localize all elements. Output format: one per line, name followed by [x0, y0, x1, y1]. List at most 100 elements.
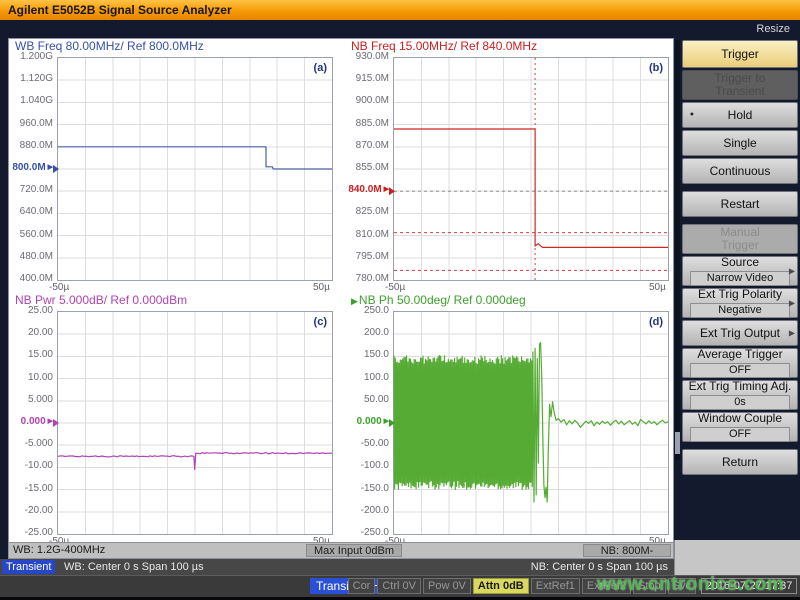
status-indicators: CorCtrl 0VPow 0VAttn 0dBExtRef1ExtRef2St… — [348, 578, 696, 594]
menu-item-label: Hold — [728, 109, 753, 122]
submenu-arrow-icon: ▶ — [789, 265, 795, 278]
menu-item-label: Return — [722, 456, 758, 469]
chart-b-ytick: 930.0M — [345, 52, 389, 62]
wb-sweep-label: WB: Center 0 s Span 100 µs — [64, 560, 204, 574]
menu-item-return[interactable]: Return — [682, 449, 798, 475]
chart-c-ytick: 10.00 — [9, 373, 53, 383]
chart-a: WB Freq 80.00MHz/ Ref 800.0MHz1.200G1.12… — [9, 39, 339, 291]
chart-a-ytick: 480.0M — [9, 252, 53, 262]
max-input-label: Max Input 0dBm — [306, 544, 402, 557]
menu-item-value: OFF — [690, 363, 790, 378]
menu-item-value: Negative — [690, 303, 790, 318]
menu-item-value: Narrow Video — [690, 271, 790, 286]
menu-item-label: Single — [723, 137, 756, 150]
menu-item-label: Manual Trigger — [720, 226, 759, 252]
menu-item-ext-trig-polarity[interactable]: Ext Trig Polarity Negative▶ — [682, 288, 798, 318]
chart-c-corner-label: (c) — [314, 316, 327, 328]
chart-c-ytick: -5.000 — [9, 439, 53, 449]
status-indicator-extref2: ExtRef2 — [582, 578, 631, 594]
menu-item-source[interactable]: Source Narrow Video▶ — [682, 256, 798, 286]
menu-item-label: Continuous — [710, 165, 771, 178]
chart-b-ytick: 885.0M — [345, 119, 389, 129]
menu-item-label: Ext Trig Output — [700, 327, 780, 340]
chart-c-ytick: -10.00 — [9, 461, 53, 471]
chart-a-ytick: 1.120G — [9, 74, 53, 84]
menu-item-manual-trigger: Manual Trigger — [682, 224, 798, 254]
chart-b-ytick: 825.0M — [345, 207, 389, 217]
chart-b-ytick: 810.0M — [345, 230, 389, 240]
menu-item-value: 0s — [690, 395, 790, 410]
active-trace-icon: ▶ — [351, 296, 358, 306]
chart-a-xtick-min: -50µ — [49, 282, 69, 293]
sweep-status-bar: Transient WB: Center 0 s Span 100 µs NB:… — [0, 559, 680, 575]
menu-scrollbar-thumb[interactable] — [675, 432, 680, 454]
chart-d-ytick: -200.0 — [345, 506, 389, 516]
chart-c-ytick: 25.00 — [9, 306, 53, 316]
datetime-display: 2016-07-27 17:37 — [701, 578, 797, 594]
status-indicator-extref1: ExtRef1 — [531, 578, 580, 594]
chart-c: NB Pwr 5.000dB/ Ref 0.000dBm25.0020.0015… — [9, 293, 339, 545]
transient-badge: Transient — [2, 560, 55, 574]
chart-d-ytick: 150.0 — [345, 350, 389, 360]
chart-b-corner-label: (b) — [649, 62, 663, 74]
chart-d-ytick: -100.0 — [345, 461, 389, 471]
window-title: Agilent E5052B Signal Source Analyzer — [8, 3, 232, 17]
window-titlebar: Agilent E5052B Signal Source Analyzer — [0, 0, 800, 20]
chart-c-ytick: 5.000 — [9, 395, 53, 405]
menu-item-label: Source — [721, 256, 759, 269]
menu-item-continuous[interactable]: Continuous — [682, 158, 798, 184]
chart-d-ytick: 250.0 — [345, 306, 389, 316]
menu-item-single[interactable]: Single — [682, 130, 798, 156]
range-info-bar: WB: 1.2G-400MHzMax Input 0dBmNB: 800M-88… — [9, 542, 673, 558]
softkey-menu: TriggerTrigger to Transient•HoldSingleCo… — [682, 40, 798, 475]
chart-a-xtick-max: 50µ — [313, 282, 330, 293]
chart-b-ytick: 840.0M ▶ — [345, 185, 389, 195]
chart-c-ytick: -15.00 — [9, 484, 53, 494]
chart-a-ytick: 1.200G — [9, 52, 53, 62]
menu-item-label: Window Couple — [698, 412, 782, 425]
chart-a-ytick: 560.0M — [9, 230, 53, 240]
chart-b-xtick-max: 50µ — [649, 282, 666, 293]
chart-a-ytick: 800.0M ▶ — [9, 163, 53, 173]
nb-sweep-label: NB: Center 0 s Span 100 µs — [531, 560, 668, 574]
plot-window: WB Freq 80.00MHz/ Ref 800.0MHz1.200G1.12… — [8, 38, 674, 559]
menu-item-label: Ext Trig Timing Adj. — [689, 380, 792, 393]
status-indicator-stop: Stop — [633, 578, 666, 594]
menu-item-label: Average Trigger — [697, 348, 782, 361]
resize-button[interactable]: Resize — [756, 23, 790, 35]
chart-c-ytick: 0.000 ▶ — [9, 417, 53, 427]
chart-d-ytick: 50.00 — [345, 395, 389, 405]
menu-item-ext-trig-output[interactable]: Ext Trig Output▶ — [682, 320, 798, 346]
chart-d-ytick: -150.0 — [345, 484, 389, 494]
menu-item-ext-trig-timing-adj[interactable]: Ext Trig Timing Adj. 0s — [682, 380, 798, 410]
menu-item-trigger: Trigger — [682, 40, 798, 68]
chart-d-corner-label: (d) — [649, 316, 663, 328]
chart-d: ▶NB Ph 50.00deg/ Ref 0.000deg250.0200.01… — [345, 293, 675, 545]
chart-d-ytick: 0.000 ▶ — [345, 417, 389, 427]
chart-b: NB Freq 15.00MHz/ Ref 840.0MHz930.0M915.… — [345, 39, 675, 291]
instrument-status-bar: Transient: Hold CorCtrl 0VPow 0VAttn 0dB… — [0, 575, 800, 597]
menu-item-window-couple[interactable]: Window CoupleOFF — [682, 412, 798, 442]
chart-b-plot-area: (b) — [393, 57, 669, 281]
chart-a-ytick: 960.0M — [9, 119, 53, 129]
chart-a-ytick: 720.0M — [9, 185, 53, 195]
chart-a-ytick: 1.040G — [9, 96, 53, 106]
chart-b-xtick-min: -50µ — [385, 282, 405, 293]
status-indicator-svc: Svc — [668, 578, 696, 594]
chart-b-ytick: 870.0M — [345, 141, 389, 151]
chart-d-ytick: 200.0 — [345, 328, 389, 338]
chart-c-ytick: 20.00 — [9, 328, 53, 338]
nb-range-label: NB: 800M-880MHz — [583, 544, 671, 557]
menu-scrollbar[interactable] — [675, 40, 680, 460]
menu-item-restart[interactable]: Restart — [682, 191, 798, 217]
submenu-arrow-icon: ▶ — [789, 297, 795, 310]
menu-item-average-trigger[interactable]: Average Trigger OFF — [682, 348, 798, 378]
status-indicator-pow-0v: Pow 0V — [423, 578, 471, 594]
chart-a-ytick: 880.0M — [9, 141, 53, 151]
menu-item-hold[interactable]: •Hold — [682, 102, 798, 128]
menu-item-label: Ext Trig Polarity — [698, 288, 782, 301]
chart-b-ytick: 900.0M — [345, 96, 389, 106]
chart-d-ytick: 100.0 — [345, 373, 389, 383]
chart-a-ytick: 640.0M — [9, 207, 53, 217]
chart-b-ytick: 855.0M — [345, 163, 389, 173]
